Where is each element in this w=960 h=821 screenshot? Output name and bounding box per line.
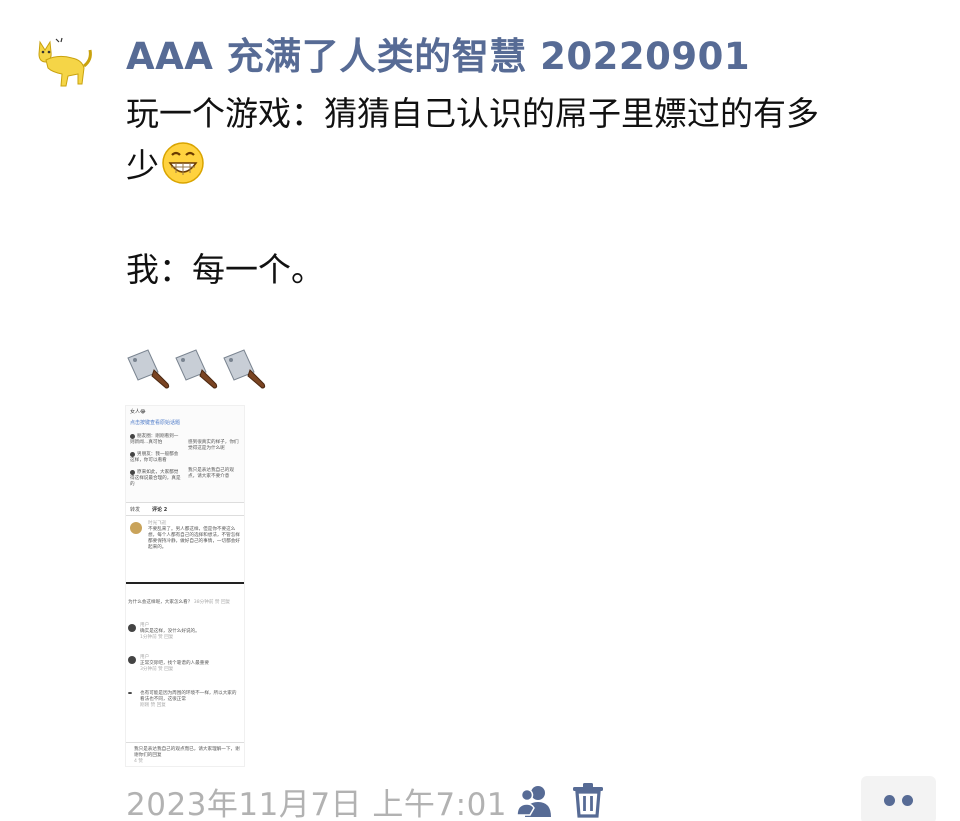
thumb-link: 点击按键查看原始话题	[130, 420, 181, 426]
thumb-reply: 用户 正常交际吧，找个靠谱的人最重要 3分钟前 赞 回复	[126, 654, 244, 686]
thumb-avatar	[130, 522, 142, 534]
thumb-bubble: 朋友圈：刚刚看到一则新闻…真可怕	[130, 434, 182, 446]
thumb-bubble-text: 朋友圈：刚刚看到一则新闻…真可怕	[130, 434, 179, 445]
thumb-question-meta: 38分钟前 赞 回复	[193, 600, 231, 605]
thumb-reply: 用户 确实是这样，没什么好说的。 1分钟前 赞 回复	[126, 622, 244, 654]
thumb-bubble: 原来如此，大家都觉得这样说最合理的，真是的	[130, 470, 182, 488]
thumb-bubble: 男朋友：我一般都会这样，你可以看看	[130, 452, 182, 464]
more-dot	[902, 794, 913, 806]
thumb-tab-comments: 评论 2	[152, 507, 168, 513]
post-line-2-text: 少	[126, 146, 159, 185]
author-name[interactable]: AAA 充满了人类的智慧 20220901	[126, 26, 750, 80]
post-line-3: 我：每一个。	[126, 250, 324, 289]
thumb-tabs: 转发 评论 2	[126, 502, 244, 516]
thumb-avatar	[128, 624, 136, 632]
post-line-1: 玩一个游戏：猜猜自己认识的屌子里嫖过的有多	[126, 94, 819, 133]
thumb-bubble-text: 感到很真实的样子，你们觉得这是为什么呢	[188, 440, 239, 451]
thumb-comment-text: 不要乱来了。男人都这样，但是你不要这么想，每个人都有自己的选择和想法，不管怎样都…	[148, 527, 240, 550]
thumb-comment: 时光飞逝 不要乱来了。男人都这样，但是你不要这么想，每个人都有自己的选择和想法，…	[126, 518, 244, 584]
more-dot	[884, 794, 895, 806]
thumb-title: 女人😂	[130, 409, 146, 415]
thumb-reply: 也有可能是因为周围的环境不一样，所以大家的看法也不同，这很正常 刚刚 赞 回复	[126, 690, 244, 730]
thumb-reply-meta: 3分钟前 赞 回复	[140, 667, 174, 672]
thumb-bottom-comment: 我只是表达我自己的观点而已，请大家理解一下，谢谢你们的回复 4 赞	[126, 742, 244, 766]
thumb-bubble: 我只是表达我自己的观点，请大家不要介意	[188, 468, 240, 480]
thumb-question: 为什么会这样呢，大家怎么看？ 38分钟前 赞 回复	[126, 598, 244, 620]
thumb-reply-text: 也有可能是因为周围的环境不一样，所以大家的看法也不同，这很正常	[140, 691, 237, 702]
thumb-header: 女人😂 点击按键查看原始话题 朋友圈：刚刚看到一则新闻…真可怕 男朋友：我一般都…	[126, 406, 244, 502]
thumb-bubble-text: 男朋友：我一般都会这样，你可以看看	[130, 452, 179, 463]
cleaver-emoji-row	[126, 346, 268, 394]
post-timestamp: 2023年11月7日 上午7:01	[126, 787, 508, 821]
thumb-bottom-text: 我只是表达我自己的观点而已，请大家理解一下，谢谢你们的回复	[134, 747, 240, 758]
post-image-thumbnail[interactable]: 女人😂 点击按键查看原始话题 朋友圈：刚刚看到一则新闻…真可怕 男朋友：我一般都…	[125, 405, 245, 767]
thumb-avatar	[128, 656, 136, 664]
grinning-face-icon	[162, 142, 204, 184]
thumb-bubble-text: 我只是表达我自己的观点，请大家不要介意	[188, 468, 234, 479]
thumb-tab-repost: 转发	[130, 507, 141, 513]
thumb-bubble: 感到很真实的样子，你们觉得这是为什么呢	[188, 440, 240, 452]
thumb-avatar	[128, 692, 132, 694]
avatar[interactable]	[32, 36, 94, 92]
thumb-bubble-text: 原来如此，大家都觉得这样说最合理的，真是的	[130, 470, 181, 487]
post-line-2: 少	[126, 140, 936, 192]
cleaver-icon	[223, 349, 266, 389]
thumb-reply-meta: 1分钟前 赞 回复	[140, 635, 174, 640]
cleaver-icon	[127, 349, 170, 389]
thumb-question-text: 为什么会这样呢，大家怎么看？	[128, 600, 193, 605]
thumb-bottom-meta: 4 赞	[134, 759, 143, 764]
thumb-reply-meta: 刚刚 赞 回复	[140, 703, 166, 708]
post-text: 玩一个游戏：猜猜自己认识的屌子里嫖过的有多 少 我：每一个。	[126, 88, 936, 296]
more-dots-icon[interactable]	[861, 776, 936, 821]
cleaver-icon	[175, 349, 218, 389]
trash-icon[interactable]	[572, 782, 604, 818]
people-icon[interactable]	[516, 784, 554, 818]
